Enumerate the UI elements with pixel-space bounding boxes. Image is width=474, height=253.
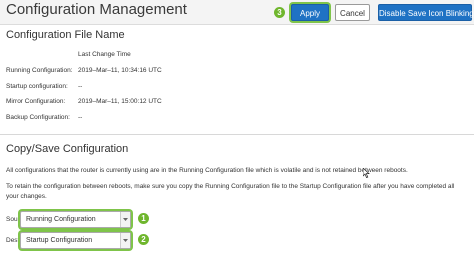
last-change-time-header: Last Change Time	[78, 51, 131, 58]
destination-select[interactable]: Startup Configuration	[20, 232, 131, 249]
row-time-mirror: 2019–Mar–11, 15:00:12 UTC	[78, 98, 162, 105]
apply-button[interactable]: Apply	[291, 4, 329, 21]
chevron-down-icon	[120, 212, 130, 227]
row-time-startup: --	[78, 83, 83, 90]
info-paragraph-1: All configurations that the router is cu…	[6, 167, 408, 174]
source-select[interactable]: Running Configuration	[20, 211, 131, 228]
row-name-mirror: Mirror Configuration:	[6, 98, 66, 105]
step-badge-destination: 2	[138, 234, 149, 245]
configuration-file-name-heading: Configuration File Name	[6, 29, 125, 41]
cancel-button[interactable]: Cancel	[335, 4, 370, 21]
row-name-startup: Startup configuration:	[6, 83, 68, 90]
info-paragraph-2: To retain the configuration between rebo…	[6, 183, 455, 200]
page-title: Configuration Management	[6, 1, 187, 18]
source-select-value: Running Configuration	[26, 216, 96, 223]
disable-save-icon-blinking-button[interactable]: Disable Save Icon Blinking	[378, 4, 474, 21]
row-time-backup: --	[78, 114, 83, 121]
row-name-running: Running Configuration:	[6, 67, 73, 74]
mouse-pointer-icon	[362, 165, 370, 183]
page-header: Configuration Management 3 Apply Cancel …	[0, 0, 474, 25]
row-time-running: 2019–Mar–11, 10:34:16 UTC	[78, 67, 162, 74]
step-badge-apply: 3	[274, 7, 285, 18]
section-divider	[0, 134, 474, 135]
row-name-backup: Backup Configuration:	[6, 114, 70, 121]
destination-select-value: Startup Configuration	[26, 237, 93, 244]
step-badge-source: 1	[138, 213, 149, 224]
copy-save-configuration-heading: Copy/Save Configuration	[6, 143, 129, 155]
chevron-down-icon	[120, 233, 130, 248]
